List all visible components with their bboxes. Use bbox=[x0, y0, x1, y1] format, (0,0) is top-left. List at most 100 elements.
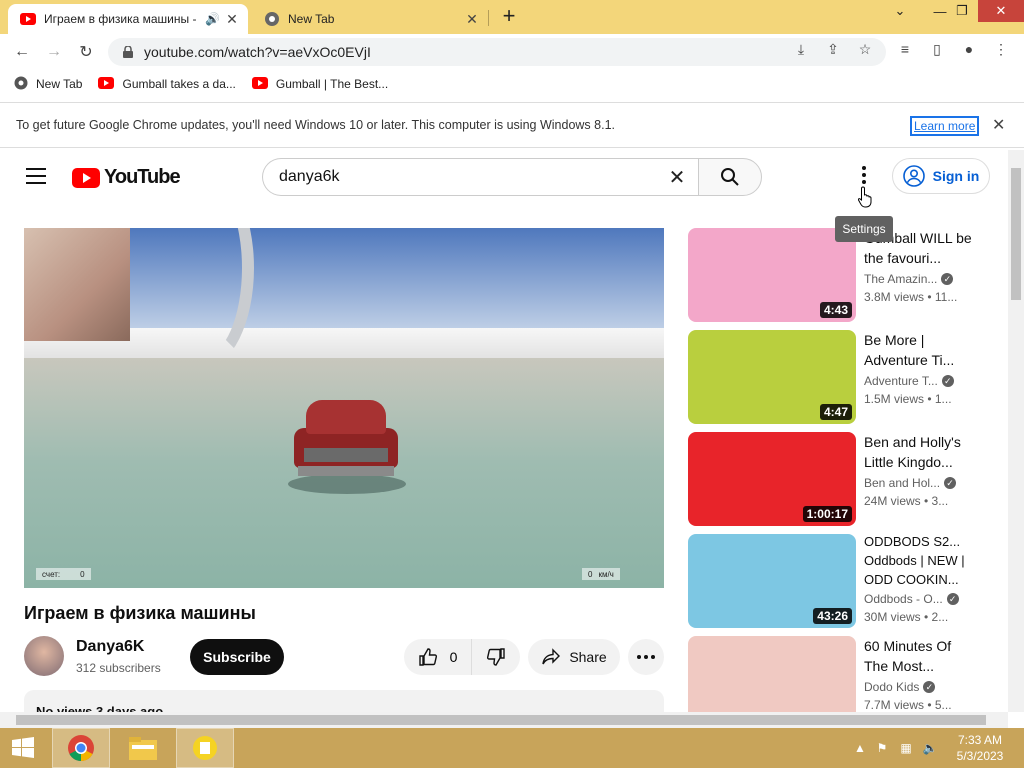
rec-channel[interactable]: The Amazin... ✓ bbox=[864, 272, 974, 286]
side-panel-icon[interactable]: ▯ bbox=[928, 40, 946, 58]
channel-name[interactable]: Danya6K bbox=[76, 638, 144, 656]
share-icon[interactable]: ⇪ bbox=[824, 40, 842, 58]
audio-playing-icon[interactable]: 🔊 bbox=[205, 12, 220, 26]
action-center-flag-icon[interactable]: ⚑ bbox=[874, 740, 890, 756]
chrome-taskbar-button[interactable] bbox=[52, 728, 110, 768]
learn-more-link[interactable]: Learn more bbox=[910, 116, 980, 136]
close-window-button[interactable]: ✕ bbox=[978, 0, 1024, 22]
more-actions-button[interactable] bbox=[628, 639, 664, 675]
speed-hud: 0 км/ч bbox=[582, 568, 620, 580]
guide-menu-icon[interactable] bbox=[26, 168, 46, 184]
rec-channel[interactable]: Oddbods - O... ✓ bbox=[864, 592, 974, 606]
rec-channel[interactable]: Adventure T... ✓ bbox=[864, 374, 974, 388]
vertical-scrollbar[interactable] bbox=[1008, 150, 1024, 712]
list-item[interactable]: 1:00:17 Ben and Holly's Little Kingdo...… bbox=[688, 432, 988, 526]
address-bar[interactable]: youtube.com/watch?v=aeVxOc0EVjI bbox=[108, 38, 886, 66]
update-infobar: To get future Google Chrome updates, you… bbox=[0, 102, 1024, 148]
search-button[interactable] bbox=[698, 158, 762, 196]
tab-strip: Играем в физика машины - 🔊 ✕ New Tab ✕ +… bbox=[0, 0, 1024, 34]
like-dislike-group: 0 bbox=[404, 639, 520, 675]
reload-icon[interactable]: ↻ bbox=[74, 40, 98, 64]
close-tab-icon[interactable]: ✕ bbox=[462, 11, 482, 28]
bookmark-star-icon[interactable]: ☆ bbox=[856, 40, 874, 58]
start-button[interactable] bbox=[0, 728, 46, 768]
settings-menu-icon[interactable] bbox=[860, 166, 868, 186]
video-thumbnail[interactable]: 4:47 bbox=[688, 330, 856, 424]
list-item[interactable]: 4:43 Gumball WILL be the favouri... The … bbox=[688, 228, 988, 322]
verified-icon: ✓ bbox=[941, 273, 954, 285]
bookmark-new-tab[interactable]: New Tab bbox=[14, 76, 82, 93]
tab-title: Играем в физика машины - bbox=[44, 12, 197, 26]
list-item[interactable]: 4:47 Be More | Adventure Ti... Adventure… bbox=[688, 330, 988, 424]
youtube-logo[interactable]: YouTube bbox=[72, 166, 181, 189]
search-input[interactable]: danya6k ✕ bbox=[262, 158, 698, 196]
new-tab-button[interactable]: + bbox=[498, 5, 520, 28]
video-player[interactable]: счет: 0 0 км/ч bbox=[24, 228, 664, 588]
verified-icon: ✓ bbox=[944, 477, 957, 489]
restore-button[interactable]: ❐ bbox=[942, 0, 982, 22]
system-clock[interactable]: 7:33 AM 5/3/2023 bbox=[948, 732, 1012, 764]
list-item[interactable]: 60 Minutes Of The Most... Dodo Kids ✓ 7.7… bbox=[688, 636, 988, 712]
list-item[interactable]: 43:26 ODDBODS S2... Oddbods | NEW | ODD … bbox=[688, 534, 988, 628]
dislike-button[interactable] bbox=[472, 639, 520, 675]
sign-in-button[interactable]: Sign in bbox=[892, 158, 990, 194]
horizontal-scrollbar[interactable] bbox=[0, 712, 1008, 728]
youtube-favicon-icon bbox=[20, 11, 36, 27]
app-icon bbox=[193, 736, 217, 760]
rec-channel[interactable]: Dodo Kids ✓ bbox=[864, 680, 974, 694]
rec-title[interactable]: 60 Minutes Of The Most... bbox=[864, 636, 974, 676]
windows-taskbar: ▲ ⚑ ▦ 🔈 7:33 AM 5/3/2023 bbox=[0, 728, 1024, 768]
file-explorer-button[interactable] bbox=[114, 728, 172, 768]
close-infobar-icon[interactable]: ✕ bbox=[992, 115, 1005, 135]
account-icon bbox=[902, 165, 925, 187]
rec-meta: 7.7M views • 5... bbox=[864, 698, 952, 712]
media-control-icon[interactable]: ≡ bbox=[896, 40, 914, 58]
tab-youtube[interactable]: Играем в физика машины - 🔊 ✕ bbox=[8, 4, 248, 34]
clear-search-icon[interactable]: ✕ bbox=[662, 165, 692, 190]
show-hidden-icons[interactable]: ▲ bbox=[852, 740, 868, 756]
forward-arrow-icon[interactable]: → bbox=[42, 40, 66, 64]
youtube-play-icon bbox=[72, 167, 100, 188]
video-thumbnail[interactable]: 1:00:17 bbox=[688, 432, 856, 526]
chrome-menu-icon[interactable]: ⋮ bbox=[992, 40, 1010, 58]
tab-new-tab[interactable]: New Tab ✕ bbox=[252, 4, 488, 34]
bookmark-gumball-2[interactable]: Gumball | The Best... bbox=[251, 76, 388, 92]
url-text: youtube.com/watch?v=aeVxOc0EVjI bbox=[144, 44, 371, 60]
rec-title[interactable]: ODDBODS S2... Oddbods | NEW | ODD COOKIN… bbox=[864, 532, 974, 589]
channel-row: Danya6K 312 subscribers Subscribe 0 Shar… bbox=[24, 636, 664, 680]
share-button[interactable]: Share bbox=[528, 639, 620, 675]
rec-meta: 3.8M views • 11... bbox=[864, 290, 958, 304]
youtube-favicon-icon bbox=[251, 76, 268, 92]
scroll-thumb[interactable] bbox=[16, 715, 986, 725]
search-query: danya6k bbox=[279, 168, 340, 185]
subscribe-button[interactable]: Subscribe bbox=[190, 639, 284, 675]
video-thumbnail[interactable] bbox=[688, 636, 856, 712]
windows-logo-icon bbox=[12, 737, 34, 758]
scroll-thumb[interactable] bbox=[1011, 168, 1021, 300]
share-arrow-icon bbox=[542, 648, 561, 665]
like-button[interactable]: 0 bbox=[404, 639, 472, 675]
close-tab-icon[interactable]: ✕ bbox=[222, 11, 242, 28]
video-thumbnail[interactable]: 43:26 bbox=[688, 534, 856, 628]
network-icon[interactable]: ▦ bbox=[898, 740, 914, 756]
rec-title[interactable]: Ben and Holly's Little Kingdo... bbox=[864, 432, 974, 472]
rec-title[interactable]: Be More | Adventure Ti... bbox=[864, 330, 974, 370]
lock-icon[interactable] bbox=[120, 44, 136, 60]
clock-time: 7:33 AM bbox=[957, 733, 1003, 747]
bookmark-gumball-1[interactable]: Gumball takes a da... bbox=[98, 76, 236, 92]
back-arrow-icon[interactable]: ← bbox=[10, 40, 34, 64]
thumbs-down-icon bbox=[486, 648, 505, 666]
bookmark-label: Gumball takes a da... bbox=[122, 77, 236, 91]
tab-search-icon[interactable]: ⌄ bbox=[880, 0, 920, 22]
rec-channel[interactable]: Ben and Hol... ✓ bbox=[864, 476, 974, 490]
video-title: Играем в физика машины bbox=[24, 603, 256, 623]
avatar[interactable] bbox=[24, 636, 64, 676]
app-taskbar-button[interactable] bbox=[176, 728, 234, 768]
globe-icon bbox=[14, 76, 28, 93]
install-app-icon[interactable]: ⤓ bbox=[792, 40, 810, 58]
description-box[interactable]: No views 3 days ago bbox=[24, 690, 664, 712]
profile-icon[interactable]: ● bbox=[960, 40, 978, 58]
video-thumbnail[interactable]: 4:43 bbox=[688, 228, 856, 322]
duration-badge: 4:47 bbox=[819, 404, 852, 420]
volume-icon[interactable]: 🔈 bbox=[922, 740, 938, 756]
